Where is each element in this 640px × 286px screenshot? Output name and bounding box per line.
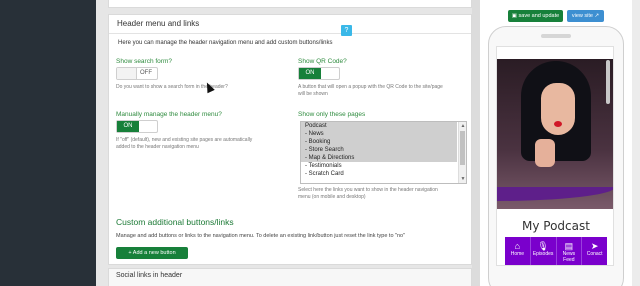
nav-label: Episodes <box>532 251 554 257</box>
toggle-state: ON <box>117 121 139 132</box>
microphone-icon: 🎙 <box>537 241 549 251</box>
social-links-title[interactable]: Social links in header <box>116 272 182 279</box>
save-label: save and update <box>518 13 560 19</box>
nav-label: Conact <box>586 251 603 257</box>
toggle-knob <box>117 68 137 79</box>
page-option[interactable]: - Testimonials <box>301 162 457 170</box>
phone-scroll-thumb[interactable] <box>606 60 610 104</box>
home-icon: ⌂ <box>514 241 521 251</box>
pages-multiselect[interactable]: Podcast - News - Booking - Store Search … <box>300 121 467 184</box>
qr-code-note-line2: will be shown <box>298 91 328 97</box>
external-link-icon: ↗ <box>592 13 600 19</box>
scroll-thumb[interactable] <box>460 131 465 165</box>
hero-mouth <box>554 121 562 127</box>
search-form-toggle[interactable]: OFF <box>116 67 158 80</box>
previous-section-card <box>108 0 472 8</box>
app-nav-bar: ⌂ Home 🎙 Episodes ▤ News Feed ➤ Conact <box>505 237 607 265</box>
page-option[interactable]: - Map & Directions <box>301 154 457 162</box>
preview-scrollbar[interactable] <box>632 0 640 286</box>
pages-note-line1: Select here the links you want to show i… <box>298 187 438 193</box>
left-dark-panel <box>0 0 96 286</box>
page-option[interactable]: - Scratch Card <box>301 170 457 178</box>
manual-menu-toggle[interactable]: ON <box>116 120 158 133</box>
qr-code-label: Show QR Code? <box>298 58 347 65</box>
qr-code-note-line1: A button that will open a popup with the… <box>298 84 443 90</box>
save-and-update-button[interactable]: ▣ save and update <box>508 10 563 22</box>
manual-menu-note-line1: If "off" (default), new and existing sit… <box>116 137 253 143</box>
custom-buttons-description: Manage and add buttons or links to the n… <box>116 233 406 239</box>
page-option[interactable]: - News <box>301 130 457 138</box>
section-title: Header menu and links <box>117 19 200 28</box>
nav-item-episodes[interactable]: 🎙 Episodes <box>531 237 557 265</box>
view-site-button[interactable]: view site ↗ <box>567 10 604 22</box>
newspaper-icon: ▤ <box>564 241 574 251</box>
phone-screen: My Podcast ⌂ Home 🎙 Episodes ▤ News Feed… <box>496 46 614 266</box>
nav-item-contact[interactable]: ➤ Conact <box>582 237 607 265</box>
manual-menu-label: Manually manage the header menu? <box>116 111 222 118</box>
page-option[interactable]: - Booking <box>301 138 457 146</box>
nav-item-news-feed[interactable]: ▤ News Feed <box>557 237 583 265</box>
page-option[interactable]: Podcast <box>301 122 457 130</box>
toggle-state: ON <box>299 68 321 79</box>
scroll-down-icon[interactable]: ▼ <box>459 175 466 183</box>
custom-buttons-title: Custom additional buttons/links <box>116 217 234 227</box>
help-icon[interactable]: ? <box>341 25 352 36</box>
view-label: view site <box>571 13 593 19</box>
editor-scrollbar[interactable] <box>472 0 480 286</box>
nav-label: Home <box>510 251 525 257</box>
section-description: Here you can manage the header navigatio… <box>118 40 333 46</box>
search-form-label: Show search form? <box>116 58 172 65</box>
divider <box>109 33 471 34</box>
hero-face <box>541 83 575 135</box>
listbox-scrollbar[interactable]: ▲ ▼ <box>458 122 466 183</box>
send-icon: ➤ <box>590 241 599 251</box>
phone-speaker <box>541 34 571 38</box>
toggle-state: OFF <box>140 70 152 76</box>
scroll-up-icon[interactable]: ▲ <box>459 122 466 130</box>
nav-label: News Feed <box>562 251 576 263</box>
app-title: My Podcast <box>522 219 590 233</box>
nav-item-home[interactable]: ⌂ Home <box>505 237 531 265</box>
save-icon: ▣ <box>511 13 519 19</box>
page-option[interactable]: - Store Search <box>301 146 457 154</box>
pages-note-line2: menu (on mobile and desktop) <box>298 194 366 200</box>
qr-code-toggle[interactable]: ON <box>298 67 340 80</box>
manual-menu-note-line2: added to the header navigation menu <box>116 144 199 150</box>
hero-hand <box>535 139 555 167</box>
add-new-button[interactable]: + Add a new button <box>116 247 188 259</box>
pages-label: Show only these pages <box>298 111 366 118</box>
